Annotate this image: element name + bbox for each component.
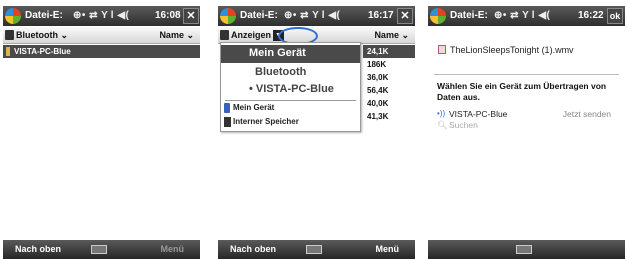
size-cell: 41,3K bbox=[367, 112, 389, 121]
window-title: Datei-E: bbox=[240, 10, 278, 21]
size-column: 24,1K 186K 36,0K 56,4K 40,0K 41,3K bbox=[363, 45, 415, 123]
instruction-text: Wählen Sie ein Gerät zum Übertragen von … bbox=[437, 81, 607, 102]
clock: 16:17 bbox=[368, 10, 394, 21]
size-cell: 186K bbox=[367, 60, 387, 69]
nach-oben-button[interactable]: Nach oben bbox=[15, 244, 61, 254]
folder-icon bbox=[220, 30, 229, 40]
size-cell: 40,0K bbox=[367, 99, 389, 108]
device-name: VISTA-PC-Blue bbox=[449, 109, 508, 119]
menu-button[interactable]: Menü bbox=[161, 244, 185, 254]
menu-item-mein-geraet-selected[interactable]: Mein Gerät bbox=[221, 45, 360, 63]
size-cell: 56,4K bbox=[367, 86, 389, 95]
menu-item-bluetooth[interactable]: Bluetooth bbox=[255, 66, 306, 78]
screen-1: Datei-E: ⊕• ⇄ Y l ◀( 16:08 ✕ Bluetooth ⌄… bbox=[3, 0, 200, 259]
keyboard-icon[interactable] bbox=[91, 245, 107, 254]
window-title: Datei-E: bbox=[450, 10, 488, 21]
location-menu: Mein Gerät Bluetooth • VISTA-PC-Blue Mei… bbox=[220, 42, 361, 132]
status-icons: ⊕• ⇄ Y l ◀( bbox=[494, 10, 551, 21]
size-cell: 24,1K bbox=[363, 45, 415, 58]
title-bar: Datei-E: ⊕• ⇄ Y l ◀( 16:08 ✕ bbox=[3, 6, 200, 26]
windows-start-icon[interactable] bbox=[5, 8, 21, 24]
menu-item-label: Mein Gerät bbox=[249, 47, 306, 59]
bluetooth-device-icon bbox=[6, 47, 10, 56]
status-icons: ⊕• ⇄ Y l ◀( bbox=[284, 10, 341, 21]
status-icons: ⊕• ⇄ Y l ◀( bbox=[73, 10, 130, 21]
title-bar: Datei-E: ⊕• ⇄ Y l ◀( 16:22 ok bbox=[428, 6, 625, 26]
menu-item-interner-speicher[interactable]: Interner Speicher bbox=[233, 117, 299, 126]
windows-start-icon[interactable] bbox=[430, 8, 446, 24]
sort-dropdown[interactable]: Name ⌄ bbox=[374, 30, 409, 41]
screen-3: Datei-E: ⊕• ⇄ Y l ◀( 16:22 ok TheLionSle… bbox=[428, 0, 625, 259]
close-button[interactable]: ✕ bbox=[183, 8, 199, 24]
list-item[interactable]: VISTA-PC-Blue bbox=[3, 45, 200, 58]
clock: 16:22 bbox=[578, 10, 604, 21]
ok-button[interactable]: ok bbox=[607, 8, 623, 24]
media-file-icon bbox=[438, 45, 446, 54]
menu-item-mein-geraet[interactable]: Mein Gerät bbox=[233, 103, 274, 112]
divider bbox=[434, 74, 619, 75]
location-dropdown[interactable]: Bluetooth ⌄ bbox=[16, 30, 68, 41]
softkey-bar: Nach oben Menü bbox=[218, 240, 415, 259]
menu-divider bbox=[225, 100, 356, 101]
list-item-label: VISTA-PC-Blue bbox=[14, 47, 71, 56]
menu-item-vista-pc[interactable]: • VISTA-PC-Blue bbox=[249, 83, 334, 95]
storage-card-icon bbox=[224, 117, 231, 127]
nach-oben-button[interactable]: Nach oben bbox=[230, 244, 276, 254]
menu-button[interactable]: Menü bbox=[376, 244, 400, 254]
folder-icon bbox=[5, 30, 14, 40]
clock: 16:08 bbox=[155, 10, 181, 21]
phone-icon bbox=[224, 103, 230, 113]
search-icon: 🔍︎ bbox=[437, 120, 448, 130]
search-label: Suchen bbox=[449, 120, 478, 130]
close-button[interactable]: ✕ bbox=[397, 8, 413, 24]
softkey-bar: Nach oben Menü bbox=[3, 240, 200, 259]
size-cell: 36,0K bbox=[367, 73, 389, 82]
screen-2: Datei-E: ⊕• ⇄ Y l ◀( 16:17 ✕ Anzeigen ▼ … bbox=[218, 0, 415, 259]
softkey-bar bbox=[428, 240, 625, 259]
send-now-status: Jetzt senden bbox=[562, 109, 611, 119]
file-name: TheLionSleepsTonight (1).wmv bbox=[450, 45, 574, 55]
anzeigen-label[interactable]: Anzeigen bbox=[231, 30, 271, 40]
keyboard-icon[interactable] bbox=[306, 245, 322, 254]
windows-start-icon[interactable] bbox=[220, 8, 236, 24]
window-title: Datei-E: bbox=[25, 10, 63, 21]
keyboard-icon[interactable] bbox=[516, 245, 532, 254]
sort-dropdown[interactable]: Name ⌄ bbox=[159, 30, 194, 41]
folder-header: Bluetooth ⌄ Name ⌄ bbox=[3, 27, 200, 44]
bluetooth-signal-icon: •)) bbox=[437, 109, 446, 118]
title-bar: Datei-E: ⊕• ⇄ Y l ◀( 16:17 ✕ bbox=[218, 6, 415, 26]
